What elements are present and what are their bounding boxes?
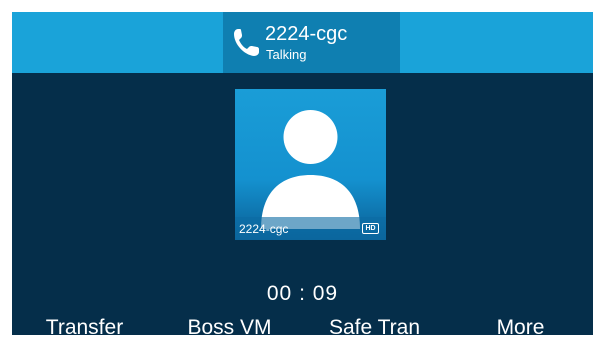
boss-vm-softkey[interactable]: Boss VM: [157, 316, 302, 335]
person-silhouette-icon: [235, 110, 386, 240]
call-screen: 2224-cgc Talking 2224-cgc HD 00 : 09 Tra…: [12, 12, 593, 335]
call-status: Talking: [266, 47, 307, 62]
contact-avatar: 2224-cgc HD: [235, 89, 386, 240]
transfer-softkey[interactable]: Transfer: [12, 316, 157, 335]
softkey-bar: Transfer Boss VM Safe Tran More: [12, 316, 593, 335]
hd-badge: HD: [362, 223, 379, 234]
more-softkey[interactable]: More: [448, 316, 593, 335]
call-duration: 00 : 09: [266, 282, 339, 305]
call-title-box: 2224-cgc Talking: [223, 12, 400, 73]
status-bar: 2224-cgc Talking: [12, 12, 593, 73]
phone-handset-icon: [234, 29, 259, 56]
caller-name: 2224-cgc: [265, 23, 348, 45]
contact-card-name: 2224-cgc: [239, 222, 289, 236]
safe-tran-softkey[interactable]: Safe Tran: [302, 316, 447, 335]
